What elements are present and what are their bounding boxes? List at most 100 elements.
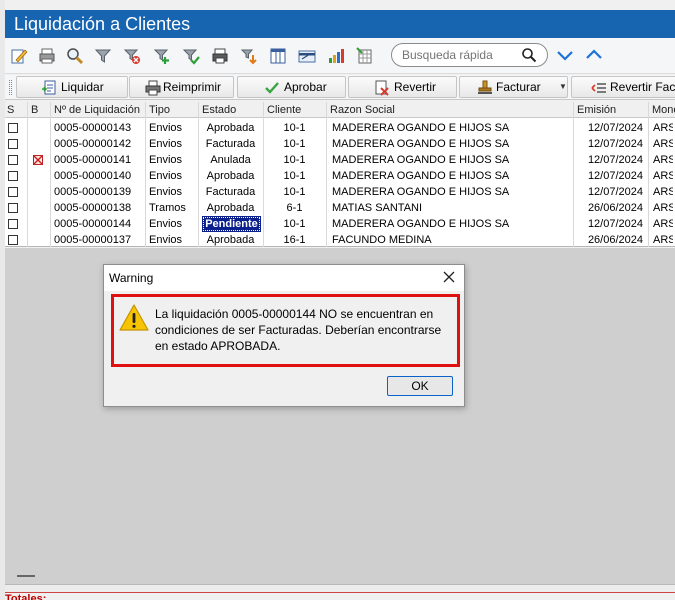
cliente-cell[interactable]: 10-1 (265, 184, 324, 200)
col-moneda-header[interactable]: Mone (652, 102, 675, 118)
emision-cell[interactable]: 26/06/2024 (578, 200, 643, 216)
col-tipo-header[interactable]: Tipo (149, 102, 198, 118)
cliente-cell[interactable]: 10-1 (265, 216, 324, 232)
razon-social-cell[interactable]: MADERERA OGANDO E HIJOS SA (332, 216, 571, 232)
col-estado-header[interactable]: Estado (202, 102, 263, 118)
table-row[interactable]: 0005-00000144 Envios Pendiente 10-1 MADERERA… (5, 216, 675, 232)
filter-clear-icon[interactable] (123, 47, 141, 65)
estado-cell[interactable]: Facturada (200, 184, 261, 200)
col-cliente-header[interactable]: Cliente (267, 102, 326, 118)
emision-cell[interactable]: 26/06/2024 (578, 232, 643, 248)
aprobar-button[interactable]: Aprobar (237, 76, 346, 98)
facturar-dropdown-icon[interactable]: ▼ (559, 77, 567, 97)
chevron-up-icon[interactable] (585, 48, 603, 62)
ok-button[interactable]: OK (387, 376, 453, 396)
estado-cell[interactable]: Aprobada (200, 232, 261, 248)
tipo-cell[interactable]: Envios (149, 168, 196, 184)
moneda-cell[interactable]: ARS (653, 200, 673, 216)
numero-cell[interactable]: 0005-00000141 (54, 152, 143, 168)
row-checkbox[interactable] (8, 235, 18, 245)
tipo-cell[interactable]: Envios (149, 136, 196, 152)
filter-check-icon[interactable] (182, 47, 200, 65)
tipo-cell[interactable]: Tramos (149, 200, 196, 216)
search-input[interactable] (402, 45, 520, 65)
estado-cell[interactable]: Pendiente (202, 216, 261, 232)
magnifier-icon[interactable] (66, 47, 84, 65)
revertir-button[interactable]: Revertir (348, 76, 457, 98)
filter-add-icon[interactable] (153, 47, 171, 65)
revertir-factura-button[interactable]: Revertir Factu (571, 76, 675, 98)
numero-cell[interactable]: 0005-00000139 (54, 184, 143, 200)
estado-cell[interactable]: Facturada (200, 136, 261, 152)
tipo-cell[interactable]: Envios (149, 216, 196, 232)
estado-cell[interactable]: Aprobada (200, 120, 261, 136)
moneda-cell[interactable]: ARS (653, 232, 673, 248)
numero-cell[interactable]: 0005-00000143 (54, 120, 143, 136)
columns-icon[interactable] (269, 47, 287, 65)
filter-icon[interactable] (94, 47, 112, 65)
tipo-cell[interactable]: Envios (149, 152, 196, 168)
estado-cell[interactable]: Aprobada (200, 168, 261, 184)
emision-cell[interactable]: 12/07/2024 (578, 136, 643, 152)
razon-social-cell[interactable]: MADERERA OGANDO E HIJOS SA (332, 136, 571, 152)
razon-social-cell[interactable]: MADERERA OGANDO E HIJOS SA (332, 168, 571, 184)
liquidar-button[interactable]: Liquidar (16, 76, 128, 98)
row-checkbox[interactable] (8, 155, 18, 165)
download-icon[interactable] (240, 47, 258, 65)
row-checkbox[interactable] (8, 187, 18, 197)
cliente-cell[interactable]: 10-1 (265, 136, 324, 152)
moneda-cell[interactable]: ARS (653, 136, 673, 152)
print-icon[interactable] (38, 47, 56, 65)
moneda-cell[interactable]: ARS (653, 216, 673, 232)
razon-social-cell[interactable]: FACUNDO MEDINA (332, 232, 571, 248)
row-checkbox[interactable] (8, 171, 18, 181)
razon-social-cell[interactable]: MATIAS SANTANI (332, 200, 571, 216)
search-icon[interactable] (521, 47, 537, 63)
moneda-cell[interactable]: ARS (653, 120, 673, 136)
panel-splitter[interactable] (5, 584, 675, 592)
table-row[interactable]: 0005-00000142 Envios Facturada 10-1 MADERERA… (5, 136, 675, 152)
bar-chart-icon[interactable] (327, 47, 345, 65)
row-checkbox[interactable] (8, 219, 18, 229)
col-razon-social-header[interactable]: Razon Social (330, 102, 573, 118)
cliente-cell[interactable]: 16-1 (265, 232, 324, 248)
col-b-header[interactable]: B (31, 102, 50, 118)
emision-cell[interactable]: 12/07/2024 (578, 152, 643, 168)
cliente-cell[interactable]: 6-1 (265, 200, 324, 216)
cliente-cell[interactable]: 10-1 (265, 168, 324, 184)
edit-icon[interactable] (10, 47, 28, 65)
cliente-cell[interactable]: 10-1 (265, 152, 324, 168)
col-numero-header[interactable]: Nº de Liquidación (54, 102, 145, 118)
row-checkbox[interactable] (8, 139, 18, 149)
printer-small-icon[interactable] (211, 47, 229, 65)
emision-cell[interactable]: 12/07/2024 (578, 168, 643, 184)
table-row[interactable]: 0005-00000140 Envios Aprobada 10-1 MADERERA … (5, 168, 675, 184)
emision-cell[interactable]: 12/07/2024 (578, 120, 643, 136)
numero-cell[interactable]: 0005-00000137 (54, 232, 143, 248)
row-checkbox[interactable] (8, 123, 18, 133)
emision-cell[interactable]: 12/07/2024 (578, 184, 643, 200)
moneda-cell[interactable]: ARS (653, 184, 673, 200)
numero-cell[interactable]: 0005-00000142 (54, 136, 143, 152)
card-icon[interactable] (298, 47, 316, 65)
close-icon[interactable] (442, 270, 456, 284)
col-emision-header[interactable]: Emisión (577, 102, 645, 118)
cliente-cell[interactable]: 10-1 (265, 120, 324, 136)
razon-social-cell[interactable]: MADERERA OGANDO E HIJOS SA (332, 120, 571, 136)
row-checkbox[interactable] (8, 203, 18, 213)
emision-cell[interactable]: 12/07/2024 (578, 216, 643, 232)
table-row[interactable]: 0005-00000137 Envios Aprobada 16-1 FACUNDO M… (5, 232, 675, 248)
grid-export-icon[interactable] (356, 47, 374, 65)
tipo-cell[interactable]: Envios (149, 232, 196, 248)
quick-search[interactable] (391, 43, 548, 67)
estado-cell[interactable]: Aprobada (200, 200, 261, 216)
chevron-down-icon[interactable] (556, 48, 574, 62)
toolbar-grip[interactable] (9, 80, 12, 95)
razon-social-cell[interactable]: MADERERA OGANDO E HIJOS SA (332, 152, 571, 168)
numero-cell[interactable]: 0005-00000144 (54, 216, 143, 232)
table-row[interactable]: 0005-00000141 Envios Anulada 10-1 MADERERA O… (5, 152, 675, 168)
col-s-header[interactable]: S (7, 102, 25, 118)
moneda-cell[interactable]: ARS (653, 168, 673, 184)
tipo-cell[interactable]: Envios (149, 184, 196, 200)
numero-cell[interactable]: 0005-00000140 (54, 168, 143, 184)
